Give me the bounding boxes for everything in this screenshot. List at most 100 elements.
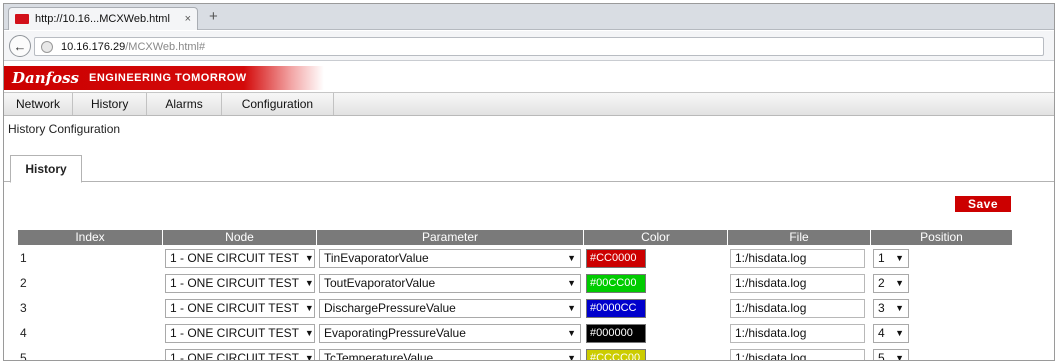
color-field[interactable]: #CCCC00 (586, 348, 646, 360)
node-select-value: 1 - ONE CIRCUIT TEST (170, 351, 299, 361)
row-index: 2 (20, 276, 27, 290)
menu-item-network[interactable]: Network (4, 93, 74, 115)
chevron-down-icon: ▼ (895, 328, 904, 338)
node-select[interactable]: 1 - ONE CIRCUIT TEST ▼ (165, 248, 315, 268)
column-header-index: Index (18, 230, 162, 245)
menu-item-history[interactable]: History (73, 93, 148, 115)
url-path: /MCXWeb.html# (125, 40, 206, 53)
node-select[interactable]: 1 - ONE CIRCUIT TEST ▼ (165, 273, 315, 293)
parameter-select[interactable]: ToutEvaporatorValue ▼ (319, 273, 581, 293)
chevron-down-icon: ▼ (567, 253, 576, 263)
url-host: 10.16.176.29 (61, 40, 126, 53)
parameter-select-value: TcTemperatureValue (324, 351, 434, 361)
color-field[interactable]: #0000CC (586, 298, 646, 318)
chevron-down-icon: ▼ (304, 353, 314, 361)
column-header-node: Node (163, 230, 316, 245)
save-button[interactable]: Save (955, 196, 1011, 212)
globe-icon (41, 40, 53, 53)
row-index: 1 (20, 251, 27, 265)
brand-banner: Danfoss ENGINEERING TOMORROW (4, 66, 324, 90)
color-field[interactable]: #00CC00 (586, 273, 646, 293)
tab-history[interactable]: History (10, 155, 82, 183)
column-header-color: Color (584, 230, 727, 245)
chevron-down-icon: ▼ (304, 278, 314, 288)
chevron-down-icon: ▼ (304, 303, 314, 313)
new-tab-icon[interactable]: + (209, 8, 218, 25)
row-index: 3 (20, 301, 27, 315)
chevron-down-icon: ▼ (895, 353, 904, 361)
chevron-down-icon: ▼ (304, 253, 314, 263)
row-index: 5 (20, 351, 27, 361)
node-select-value: 1 - ONE CIRCUIT TEST (170, 251, 299, 265)
app-header: Danfoss ENGINEERING TOMORROW (4, 62, 1054, 92)
parameter-select-value: DischargePressureValue (324, 301, 456, 315)
position-select-value: 2 (878, 276, 885, 290)
table-row: 2 1 - ONE CIRCUIT TEST ▼ ToutEvaporatorVa… (18, 271, 1012, 295)
chevron-down-icon: ▼ (567, 353, 576, 361)
page-title: History Configuration (8, 122, 121, 136)
position-select[interactable]: 4 ▼ (873, 323, 909, 343)
position-select[interactable]: 1 ▼ (873, 248, 909, 268)
node-select-value: 1 - ONE CIRCUIT TEST (170, 326, 299, 340)
node-select-value: 1 - ONE CIRCUIT TEST (170, 301, 299, 315)
file-input[interactable]: 1:/hisdata.log (730, 298, 865, 318)
color-field[interactable]: #000000 (586, 323, 646, 343)
history-panel: Save Index Node Parameter Color File Pos… (4, 182, 1054, 361)
parameter-select[interactable]: TcTemperatureValue ▼ (319, 348, 581, 361)
history-config-table: Index Node Parameter Color File Position… (17, 229, 1013, 361)
position-select-value: 5 (878, 351, 885, 361)
table-row: 1 1 - ONE CIRCUIT TEST ▼ TinEvaporatorVal… (18, 246, 1012, 270)
main-menu: Network History Alarms Configuration (4, 92, 1054, 116)
danfoss-favicon-icon (15, 14, 29, 24)
table-row: 4 1 - ONE CIRCUIT TEST ▼ EvaporatingPress… (18, 321, 1012, 345)
chevron-down-icon: ▼ (895, 253, 904, 263)
chevron-down-icon: ▼ (895, 303, 904, 313)
chevron-down-icon: ▼ (567, 328, 576, 338)
color-field[interactable]: #CC0000 (586, 248, 646, 268)
parameter-select[interactable]: TinEvaporatorValue ▼ (319, 248, 581, 268)
position-select-value: 1 (878, 251, 885, 265)
node-select[interactable]: 1 - ONE CIRCUIT TEST ▼ (165, 323, 315, 343)
browser-tab-title: http://10.16...MCXWeb.html (35, 13, 170, 25)
browser-tab[interactable]: http://10.16...MCXWeb.html × (8, 7, 198, 30)
parameter-select-value: EvaporatingPressureValue (324, 326, 466, 340)
browser-window: http://10.16...MCXWeb.html × + ← 10.16.1… (3, 3, 1055, 361)
tab-strip: History (4, 152, 1054, 183)
position-select[interactable]: 3 ▼ (873, 298, 909, 318)
file-input[interactable]: 1:/hisdata.log (730, 348, 865, 360)
chevron-down-icon: ▼ (304, 328, 314, 338)
position-select[interactable]: 5 ▼ (873, 348, 909, 361)
table-row: 3 1 - ONE CIRCUIT TEST ▼ DischargePressur… (18, 296, 1012, 320)
parameter-select-value: ToutEvaporatorValue (324, 276, 436, 290)
danfoss-logo: Danfoss (12, 69, 79, 87)
chevron-down-icon: ▼ (567, 303, 576, 313)
menu-item-configuration[interactable]: Configuration (222, 93, 335, 115)
address-bar-row: ← 10.16.176.29 /MCXWeb.html# (4, 31, 1054, 61)
file-input[interactable]: 1:/hisdata.log (730, 273, 865, 293)
column-header-position: Position (871, 230, 1012, 245)
parameter-select-value: TinEvaporatorValue (324, 251, 429, 265)
chevron-down-icon: ▼ (895, 278, 904, 288)
parameter-select[interactable]: DischargePressureValue ▼ (319, 298, 581, 318)
chevron-down-icon: ▼ (567, 278, 576, 288)
close-tab-icon[interactable]: × (185, 13, 191, 25)
table-row: 5 1 - ONE CIRCUIT TEST ▼ TcTemperatureVal… (18, 346, 1012, 361)
column-header-parameter: Parameter (317, 230, 583, 245)
position-select[interactable]: 2 ▼ (873, 273, 909, 293)
parameter-select[interactable]: EvaporatingPressureValue ▼ (319, 323, 581, 343)
file-input[interactable]: 1:/hisdata.log (730, 248, 865, 268)
back-arrow-icon[interactable]: ← (9, 35, 31, 57)
node-select-value: 1 - ONE CIRCUIT TEST (170, 276, 299, 290)
file-input[interactable]: 1:/hisdata.log (730, 323, 865, 343)
row-index: 4 (20, 326, 27, 340)
menu-item-alarms[interactable]: Alarms (147, 93, 222, 115)
table-header-row: Index Node Parameter Color File Position (18, 230, 1012, 245)
node-select[interactable]: 1 - ONE CIRCUIT TEST ▼ (165, 348, 315, 361)
browser-tab-bar: http://10.16...MCXWeb.html × + (4, 4, 1054, 30)
address-bar[interactable]: 10.16.176.29 /MCXWeb.html# (34, 37, 1044, 56)
node-select[interactable]: 1 - ONE CIRCUIT TEST ▼ (165, 298, 315, 318)
column-header-file: File (728, 230, 870, 245)
position-select-value: 4 (878, 326, 885, 340)
position-select-value: 3 (878, 301, 885, 315)
brand-tagline: ENGINEERING TOMORROW (88, 72, 247, 84)
